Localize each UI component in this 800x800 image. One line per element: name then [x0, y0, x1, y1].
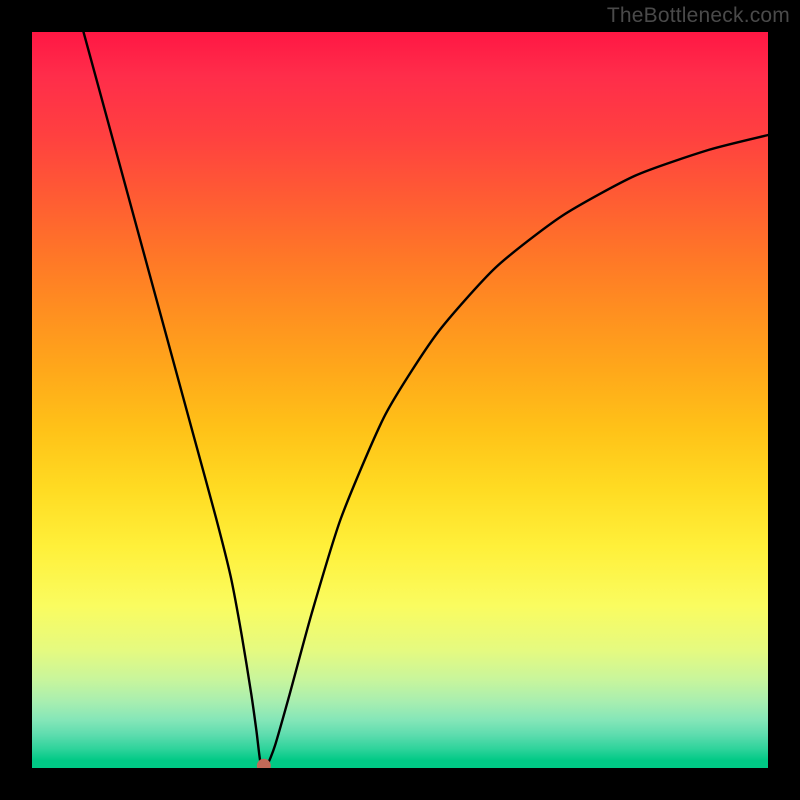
bottleneck-curve-path [84, 32, 768, 766]
curve-svg [32, 32, 768, 768]
watermark-text: TheBottleneck.com [607, 4, 790, 28]
plot-area [32, 32, 768, 768]
chart-container: TheBottleneck.com [0, 0, 800, 800]
